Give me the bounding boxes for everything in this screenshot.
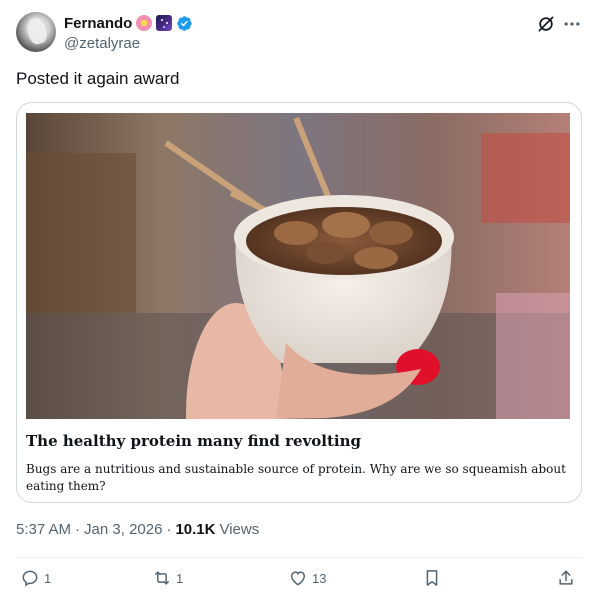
bookmark-button[interactable] <box>422 568 442 588</box>
like-button[interactable]: 13 <box>288 568 326 588</box>
reply-icon <box>22 570 38 587</box>
silkworm-cup-illustration-icon <box>26 113 570 419</box>
cherry-blossom-emoji-icon <box>136 15 153 31</box>
name-row: Fernando <box>64 13 193 33</box>
repost-button[interactable]: 1 <box>152 568 183 588</box>
author-handle[interactable]: @zetalyrae <box>64 35 193 52</box>
share-button[interactable] <box>556 568 576 588</box>
grok-icon[interactable] <box>536 14 556 34</box>
reply-button[interactable]: 1 <box>20 568 51 588</box>
divider <box>16 557 582 558</box>
bookmark-icon <box>426 570 438 586</box>
link-card-image[interactable] <box>26 113 570 419</box>
link-card[interactable]: The healthy protein many find revolting … <box>16 102 582 503</box>
avatar[interactable] <box>16 12 56 52</box>
more-options-icon[interactable] <box>562 14 582 34</box>
views-count: 10.1K <box>175 521 216 538</box>
views-label: Views <box>219 521 260 538</box>
link-card-description: Bugs are a nutritious and sustainable so… <box>26 462 566 493</box>
verified-badge-icon <box>177 15 193 31</box>
repost-icon <box>155 571 169 585</box>
reply-count: 1 <box>44 570 52 586</box>
milky-way-emoji-icon <box>156 15 173 31</box>
share-icon <box>559 570 573 585</box>
repost-count: 1 <box>176 570 184 586</box>
action-bar: 1 1 13 <box>16 568 582 594</box>
author-names: Fernando @zetalyrae <box>64 13 193 52</box>
meta-separator: · <box>75 521 81 538</box>
post-time[interactable]: 5:37 AM <box>16 521 71 538</box>
heart-icon <box>290 571 306 586</box>
post-header: Fernando @zetalyrae <box>16 12 582 54</box>
display-name[interactable]: Fernando <box>64 15 132 32</box>
post-meta: 5:37 AM · Jan 3, 2026 · 10.1K Views <box>16 521 259 538</box>
like-count: 13 <box>312 570 327 586</box>
post-text: Posted it again award <box>16 69 180 88</box>
meta-separator-2: · <box>166 521 172 538</box>
link-card-title[interactable]: The healthy protein many find revolting <box>26 431 566 451</box>
post-date[interactable]: Jan 3, 2026 <box>84 521 162 538</box>
